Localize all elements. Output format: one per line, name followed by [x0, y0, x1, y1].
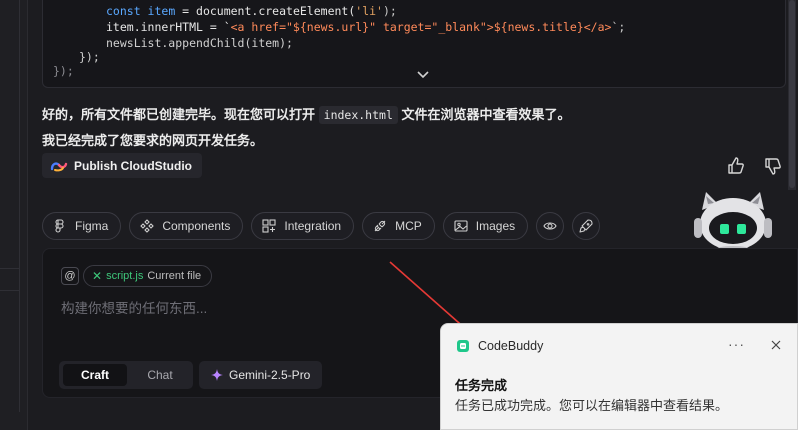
- context-file-tag: Current file: [147, 270, 202, 282]
- code-line-3: newsList.appendChild(item);: [106, 36, 293, 50]
- codebuddy-mascot-icon: [694, 192, 772, 252]
- rocket-icon: [579, 219, 593, 233]
- close-icon[interactable]: [769, 338, 783, 352]
- chip-integration[interactable]: Integration: [251, 212, 355, 240]
- chevron-down-icon[interactable]: [415, 68, 431, 82]
- inline-code-filename: index.html: [318, 106, 398, 124]
- quick-actions-row: Figma Components Integration MCP Images: [42, 212, 601, 240]
- mode-chat[interactable]: Chat: [129, 364, 191, 386]
- publish-cloudstudio-button[interactable]: Publish CloudStudio: [42, 153, 202, 178]
- thumbs-up-icon[interactable]: [726, 156, 746, 176]
- publish-label: Publish CloudStudio: [74, 158, 192, 173]
- sparkle-icon: [211, 369, 223, 381]
- preview-button[interactable]: [536, 212, 565, 240]
- code-block: const item = document.createElement('li'…: [42, 0, 786, 88]
- context-file-chip[interactable]: ✕ script.js Current file: [83, 265, 213, 287]
- gutter-separator: [0, 290, 20, 291]
- chip-label: Images: [475, 219, 516, 233]
- chip-images[interactable]: Images: [442, 212, 529, 240]
- chip-label: Figma: [75, 219, 109, 233]
- mode-craft[interactable]: Craft: [63, 364, 127, 386]
- prompt-input[interactable]: [61, 297, 441, 319]
- toast-app-name: CodeBuddy: [478, 339, 544, 353]
- scrollbar[interactable]: [788, 0, 796, 190]
- toast-title: 任务完成: [455, 378, 508, 393]
- assistant-message-2: 我已经完成了您要求的网页开发任务。: [42, 133, 264, 148]
- chip-mcp[interactable]: MCP: [362, 212, 435, 240]
- codebuddy-app-icon: [457, 340, 469, 352]
- chip-figma[interactable]: Figma: [42, 212, 122, 240]
- context-file-name: script.js: [106, 270, 144, 282]
- eye-icon: [543, 222, 557, 230]
- code-line-1: const item = document.createElement('li'…: [106, 4, 397, 18]
- chip-label: Integration: [284, 219, 342, 233]
- image-icon: [454, 220, 468, 232]
- remove-file-icon[interactable]: ✕: [92, 269, 102, 283]
- gutter-separator: [0, 268, 20, 269]
- figma-icon: [55, 219, 64, 233]
- deploy-button[interactable]: [572, 212, 601, 240]
- mention-button[interactable]: @: [61, 267, 79, 285]
- gutter-divider: [19, 0, 20, 412]
- mode-toggle: Craft Chat: [59, 361, 193, 389]
- more-options-icon[interactable]: ···: [728, 336, 745, 352]
- mcp-icon: [374, 220, 386, 232]
- model-name: Gemini-2.5-Pro: [229, 368, 311, 382]
- message-text: 好的，所有文件都已创建完毕。现在您可以打开: [42, 107, 316, 122]
- assistant-message-1: 好的，所有文件都已创建完毕。现在您可以打开 index.html 文件在浏览器中…: [42, 104, 571, 124]
- toast-body: 任务已成功完成。您可以在编辑器中查看结果。: [455, 398, 729, 413]
- cloudstudio-logo-icon: [50, 161, 68, 171]
- integration-icon: [262, 219, 276, 233]
- components-icon: [140, 219, 155, 233]
- scrollbar-thumb[interactable]: [789, 0, 795, 188]
- thumbs-down-icon[interactable]: [763, 156, 783, 176]
- code-line-2: item.innerHTML = `<a href="${news.url}" …: [106, 20, 626, 34]
- model-selector[interactable]: Gemini-2.5-Pro: [199, 361, 323, 389]
- chip-components[interactable]: Components: [129, 212, 244, 240]
- code-line-5: });: [53, 64, 74, 78]
- chip-label: MCP: [395, 219, 422, 233]
- chip-label: Components: [162, 219, 231, 233]
- editor-gutter-strip: [0, 0, 28, 430]
- code-line-4: });: [79, 50, 100, 64]
- notification-toast[interactable]: CodeBuddy ··· 任务完成 任务已成功完成。您可以在编辑器中查看结果。: [440, 323, 798, 430]
- message-text: 文件在浏览器中查看效果了。: [401, 107, 571, 122]
